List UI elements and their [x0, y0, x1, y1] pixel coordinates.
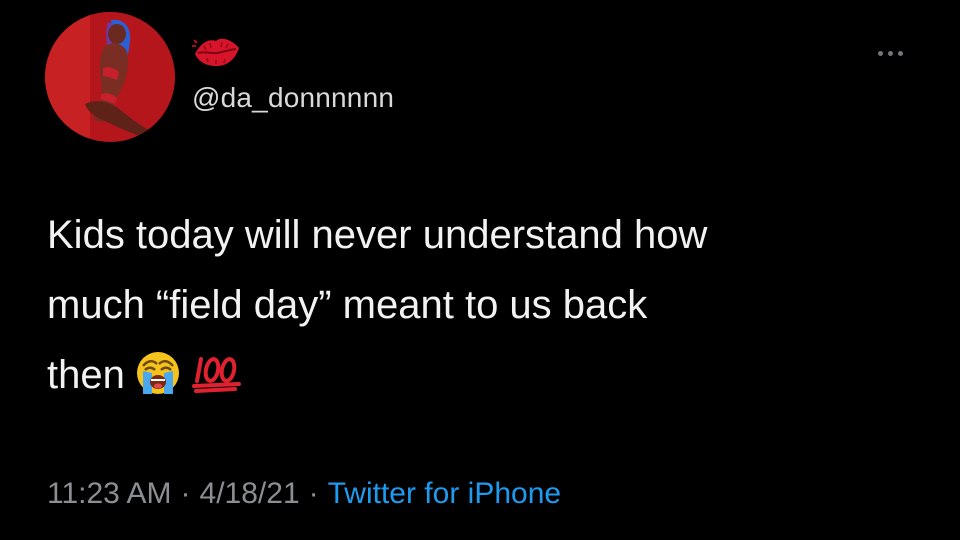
more-dot [897, 50, 903, 56]
lips-icon [192, 32, 242, 72]
user-handle[interactable]: @da_donnnnnn [192, 80, 394, 116]
meta-separator: · [180, 477, 191, 510]
more-dot [887, 50, 893, 56]
loudly-crying-face-icon [135, 350, 181, 396]
tweet-card: @da_donnnnnn Kids today will never under… [0, 0, 960, 540]
tweet-date[interactable]: 4/18/21 [200, 477, 300, 510]
tweet-text-line: much “field day” meant to us back [47, 283, 648, 327]
tweet-time[interactable]: 11:23 AM [47, 477, 172, 510]
tweet-text-line: Kids today will never understand how [47, 213, 708, 257]
avatar-photo [45, 12, 175, 142]
tweet-metadata: 11:23 AM · 4/18/21 · Twitter for iPhone [47, 472, 561, 516]
hundred-points-icon [191, 353, 243, 394]
tweet-text-line: then [47, 353, 125, 397]
more-options-icon[interactable] [870, 46, 910, 60]
more-dot [877, 50, 883, 56]
tweet-text-line-last: then [47, 340, 927, 410]
tweet-text: Kids today will never understand how muc… [47, 200, 927, 410]
tweet-source-link[interactable]: Twitter for iPhone [328, 477, 561, 510]
avatar[interactable] [45, 12, 175, 142]
meta-separator: · [308, 477, 319, 510]
